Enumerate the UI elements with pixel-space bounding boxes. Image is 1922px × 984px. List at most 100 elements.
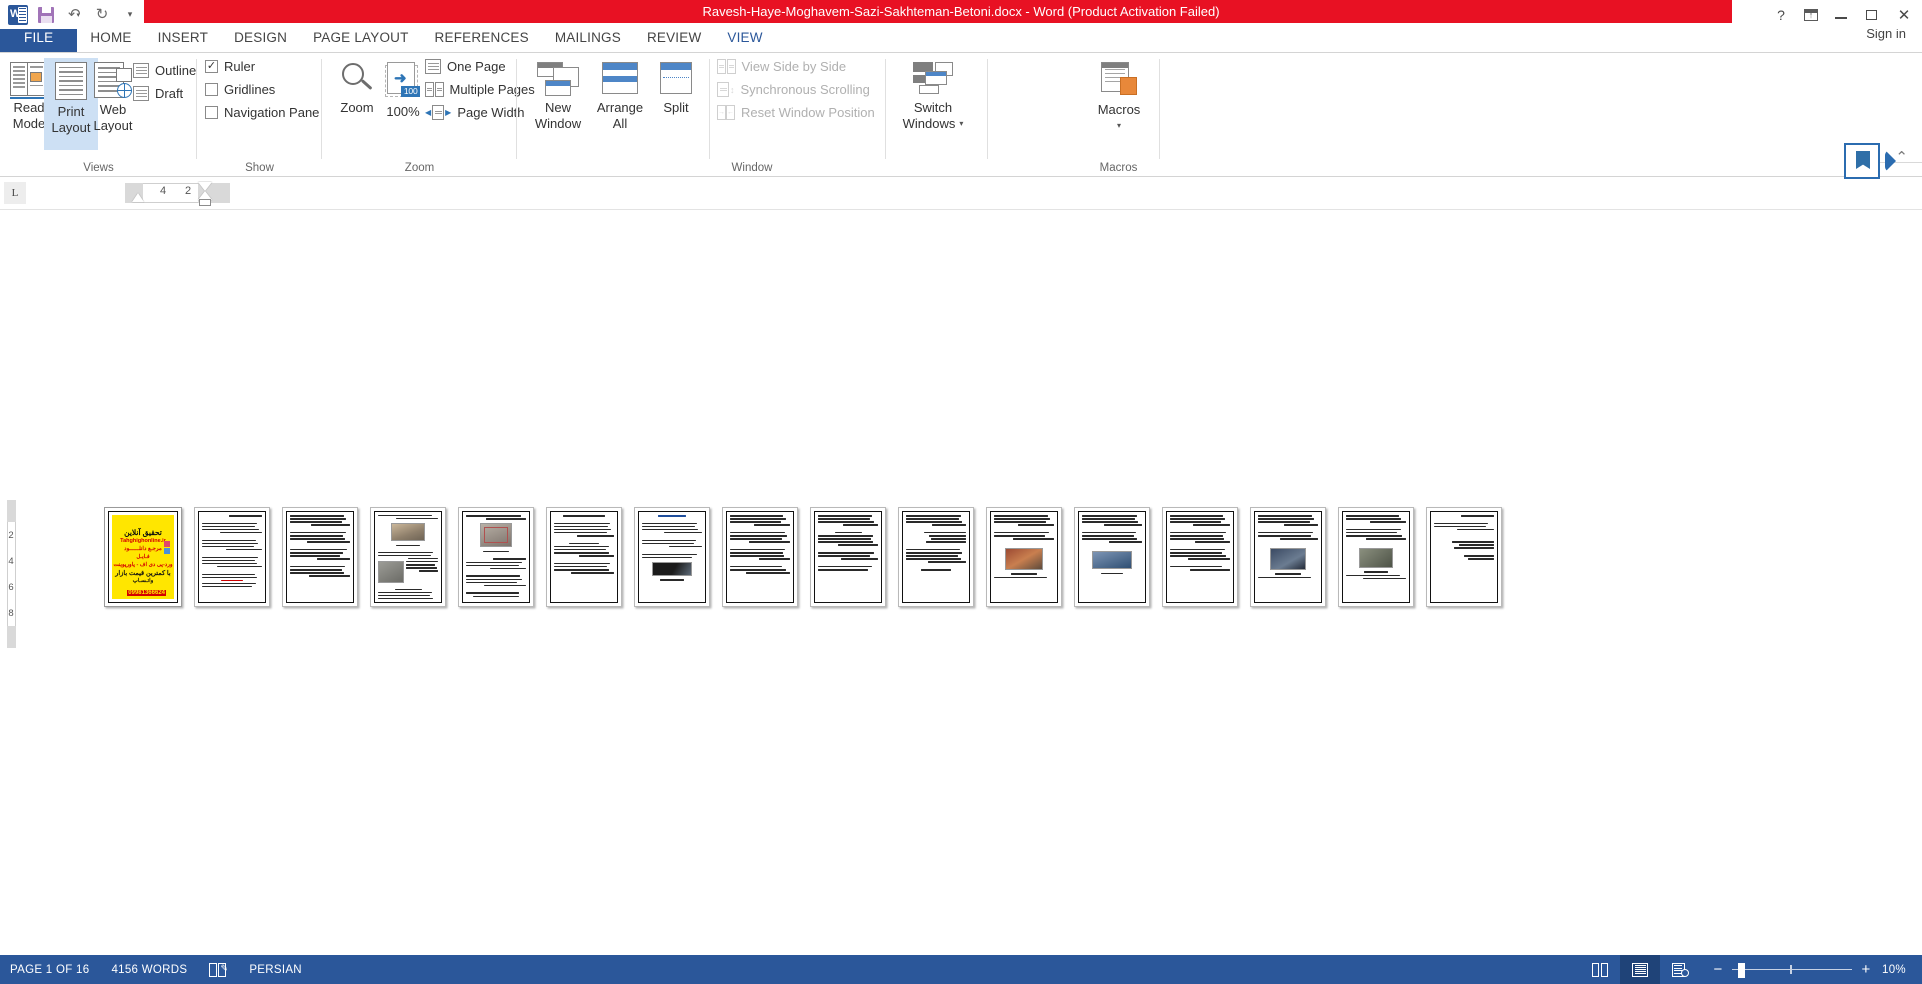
- customize-qat-icon[interactable]: ▾: [116, 0, 144, 29]
- macros-button[interactable]: Macros ▾: [1089, 58, 1149, 150]
- view-side-by-side-icon: [717, 59, 736, 74]
- page-width-button[interactable]: ◀ ▶ Page Width: [425, 105, 525, 120]
- gridlines-label: Gridlines: [224, 82, 276, 97]
- bookmark-icon[interactable]: [1844, 143, 1880, 179]
- page-thumbnail-8[interactable]: [722, 507, 798, 607]
- page-thumbnail-12[interactable]: [1074, 507, 1150, 607]
- tab-references[interactable]: REFERENCES: [422, 23, 542, 53]
- reset-window-position-button[interactable]: → ← Reset Window Position: [717, 105, 875, 120]
- gridlines-checkbox[interactable]: Gridlines: [205, 82, 275, 97]
- zoom-slider-control[interactable]: − +: [1712, 962, 1872, 978]
- new-window-button[interactable]: New Window: [527, 58, 589, 150]
- ribbon-group-zoom: Zoom ➜ 100 100% One Page Multiple Pages …: [322, 53, 535, 176]
- proofing-errors-icon[interactable]: ✎: [209, 962, 228, 977]
- restore-button[interactable]: [1856, 0, 1886, 29]
- tab-page-layout[interactable]: PAGE LAYOUT: [300, 23, 421, 53]
- draft-button[interactable]: Draft: [133, 86, 183, 101]
- window-controls[interactable]: ? ✕: [1732, 0, 1922, 29]
- status-bar[interactable]: PAGE 1 OF 16 4156 WORDS ✎ PERSIAN − + 10…: [0, 955, 1922, 984]
- right-indent-marker[interactable]: [199, 199, 211, 206]
- page-thumbnail-11[interactable]: [986, 507, 1062, 607]
- window-group-label: Window: [731, 162, 773, 174]
- page-thumbnail-1[interactable]: تحقیق آنلاین Tahghighonline.ir مرجـع دان…: [104, 507, 182, 607]
- page-thumbnail-16[interactable]: [1426, 507, 1502, 607]
- arrange-all-button[interactable]: Arrange All: [589, 58, 651, 150]
- page-thumbnail-5[interactable]: [458, 507, 534, 607]
- zoom-slider-handle[interactable]: [1738, 962, 1745, 978]
- arrange-all-label-line1: Arrange: [596, 100, 644, 115]
- print-layout-view-button[interactable]: [1620, 955, 1660, 984]
- tab-design[interactable]: DESIGN: [221, 23, 300, 53]
- language-indicator[interactable]: PERSIAN: [249, 964, 302, 976]
- first-line-indent-marker[interactable]: [198, 182, 212, 191]
- ribbon-display-options-icon[interactable]: [1796, 0, 1826, 29]
- page-thumbnail-15[interactable]: [1338, 507, 1414, 607]
- gridlines-checkbox-box[interactable]: [205, 83, 218, 96]
- zoom-100-button[interactable]: ➜ 100 100%: [376, 58, 430, 150]
- switch-windows-button[interactable]: Switch Windows ▾: [895, 58, 971, 150]
- page-thumbnail-4[interactable]: [370, 507, 446, 607]
- ribbon-tabs[interactable]: FILE HOME INSERT DESIGN PAGE LAYOUT REFE…: [0, 23, 1922, 53]
- page-thumbnail-2[interactable]: [194, 507, 270, 607]
- redo-icon[interactable]: ↻: [88, 0, 116, 29]
- chevron-down-icon[interactable]: ▾: [1098, 118, 1141, 134]
- collapse-ribbon-icon[interactable]: ⌃: [1895, 148, 1908, 166]
- chevron-down-icon[interactable]: ▾: [959, 116, 963, 132]
- synchronous-scrolling-icon: ↕: [717, 82, 735, 97]
- quick-access-toolbar[interactable]: W ↶ ▾ ↻ ▾: [0, 0, 144, 29]
- page-thumbnail-3[interactable]: [282, 507, 358, 607]
- split-button[interactable]: Split: [651, 58, 701, 150]
- zoom-slider[interactable]: [1732, 962, 1852, 978]
- close-button[interactable]: ✕: [1886, 0, 1922, 29]
- view-side-by-side-button[interactable]: View Side by Side: [717, 59, 846, 74]
- cover-title: تحقیق آنلاین: [124, 527, 162, 537]
- synchronous-scrolling-button[interactable]: ↕ Synchronous Scrolling: [717, 82, 870, 97]
- horizontal-ruler[interactable]: L 4 2: [0, 177, 1922, 210]
- page-thumbnail-13[interactable]: [1162, 507, 1238, 607]
- one-page-button[interactable]: One Page: [425, 59, 506, 74]
- document-canvas[interactable]: 2 4 6 8 تحقیق آنلاین Tahghighonline.ir م…: [0, 210, 1922, 955]
- tab-stop-selector[interactable]: L: [4, 182, 26, 204]
- left-indent-marker[interactable]: [132, 193, 144, 202]
- save-icon[interactable]: [32, 0, 60, 29]
- web-layout-label-line2: Layout: [93, 118, 133, 133]
- cover-decorative-icons: [164, 541, 170, 554]
- view-side-by-side-label: View Side by Side: [741, 59, 847, 74]
- ribbon-group-views: Read Mode Print Layout Web Layout Outlin: [0, 53, 197, 176]
- switch-windows-label-line1: Switch: [913, 100, 953, 115]
- outline-button[interactable]: Outline: [133, 63, 196, 78]
- print-layout-view-icon: [1632, 962, 1648, 977]
- ruler-checkbox[interactable]: Ruler: [205, 59, 255, 74]
- page-thumbnail-6[interactable]: [546, 507, 622, 607]
- page-thumbnail-9[interactable]: [810, 507, 886, 607]
- page-indicator[interactable]: PAGE 1 OF 16: [10, 964, 89, 976]
- page-thumbnail-14[interactable]: [1250, 507, 1326, 607]
- navigation-pane-checkbox[interactable]: Navigation Pane: [205, 105, 319, 120]
- zoom-out-button[interactable]: −: [1712, 962, 1724, 977]
- ruler-checkbox-box[interactable]: [205, 60, 218, 73]
- read-mode-view-button[interactable]: [1580, 955, 1620, 984]
- vruler-text-area: 2 4 6 8: [6, 522, 16, 626]
- cover-line1: مرجـع دانلــــــود: [124, 545, 162, 552]
- page-image: [480, 523, 512, 548]
- undo-icon[interactable]: ↶ ▾: [60, 0, 88, 29]
- tab-insert[interactable]: INSERT: [145, 23, 221, 53]
- page-image: [1092, 550, 1132, 569]
- page-thumbnail-7[interactable]: [634, 507, 710, 607]
- help-button[interactable]: ?: [1766, 0, 1796, 29]
- ruler-label: Ruler: [224, 59, 256, 74]
- page-thumbnails[interactable]: تحقیق آنلاین Tahghighonline.ir مرجـع دان…: [104, 507, 1502, 607]
- cover-whatsapp: واتـسـاپ: [132, 578, 154, 584]
- word-count[interactable]: 4156 WORDS: [111, 964, 187, 976]
- tab-mailings[interactable]: MAILINGS: [542, 23, 634, 53]
- web-layout-button[interactable]: Web Layout: [86, 58, 140, 150]
- navigation-pane-checkbox-box[interactable]: [205, 106, 218, 119]
- zoom-in-button[interactable]: +: [1860, 962, 1872, 977]
- web-layout-view-button[interactable]: [1660, 955, 1700, 984]
- tab-view[interactable]: VIEW: [714, 23, 776, 53]
- page-thumbnail-10[interactable]: [898, 507, 974, 607]
- minimize-button[interactable]: [1826, 0, 1856, 29]
- zoom-level[interactable]: 10%: [1882, 964, 1908, 976]
- tab-review[interactable]: REVIEW: [634, 23, 714, 53]
- one-page-label: One Page: [447, 59, 506, 74]
